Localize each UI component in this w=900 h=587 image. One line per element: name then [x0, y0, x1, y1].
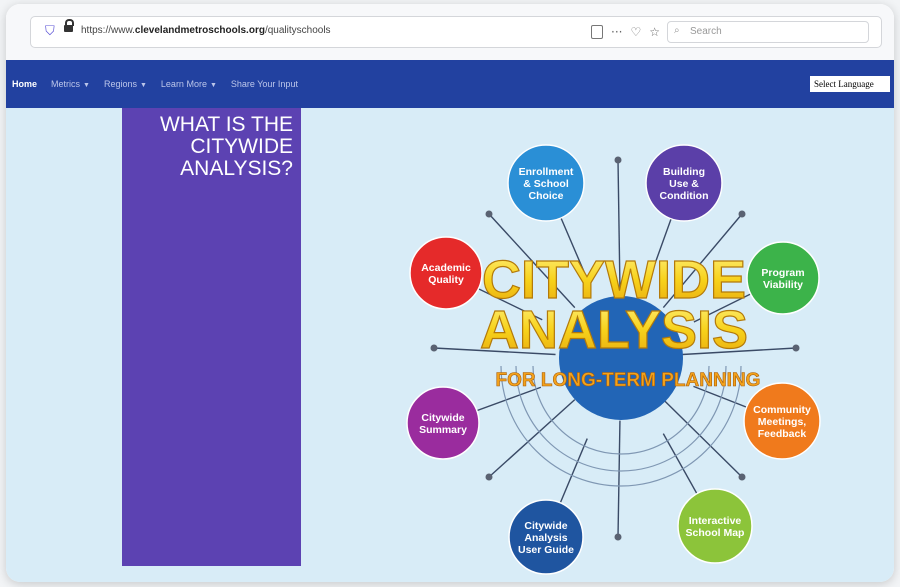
- node-label: User Guide: [518, 544, 574, 556]
- nav-item-home[interactable]: Home: [12, 79, 37, 89]
- node-label: Meetings,: [758, 416, 807, 428]
- node-program[interactable]: ProgramViability: [746, 241, 820, 315]
- connector-dot: [614, 533, 622, 541]
- sidebar-panel: WHAT IS THE CITYWIDE ANALYSIS?: [122, 108, 301, 566]
- nav-item-learn-more[interactable]: Learn More ▼: [161, 79, 217, 89]
- citywide-analysis-infographic: Enrollment& SchoolChoice BuildingUse &Con…: [406, 144, 821, 575]
- infographic-title-line-2: ANALYSIS: [480, 300, 748, 360]
- chevron-down-icon: ▼: [139, 82, 147, 89]
- chevron-down-icon: ▼: [83, 82, 90, 89]
- page-title: WHAT IS THE CITYWIDE ANALYSIS?: [159, 113, 293, 180]
- node-label: Condition: [660, 190, 709, 202]
- main-content: WHAT IS THE CITYWIDE ANALYSIS? Enrollmen…: [6, 108, 894, 582]
- connector-dot: [485, 473, 493, 481]
- node-building[interactable]: BuildingUse &Condition: [645, 144, 723, 222]
- lock-icon[interactable]: [64, 19, 74, 32]
- pocket-icon[interactable]: ♡: [630, 25, 641, 39]
- connector-line: [488, 399, 576, 478]
- url-text[interactable]: https://www.clevelandmetroschools.org/qu…: [81, 25, 331, 36]
- connector-dot: [738, 210, 746, 218]
- reader-view-icon[interactable]: [591, 25, 603, 39]
- node-label: & School: [523, 178, 569, 190]
- node-label: Choice: [528, 190, 563, 202]
- language-select[interactable]: Select Language: [810, 76, 890, 92]
- node-label: Interactive: [689, 515, 742, 527]
- connector-dot: [738, 473, 746, 481]
- nav-item-metrics[interactable]: Metrics ▼: [51, 79, 90, 89]
- browser-window: ⛉ https://www.clevelandmetroschools.org/…: [6, 4, 894, 582]
- connector-dot: [485, 210, 493, 218]
- node-enrollment[interactable]: Enrollment& SchoolChoice: [507, 144, 585, 222]
- connector-line: [662, 399, 743, 478]
- search-icon: ⌕: [674, 25, 680, 36]
- search-placeholder: Search: [690, 26, 722, 37]
- connector-dot: [430, 344, 438, 352]
- node-summary[interactable]: CitywideSummary: [406, 386, 480, 460]
- node-label: Viability: [763, 279, 803, 291]
- page-actions-icon[interactable]: ···: [611, 25, 622, 39]
- chevron-down-icon: ▼: [209, 82, 217, 89]
- nav-item-label: Home: [12, 79, 38, 89]
- node-label: Community: [753, 404, 811, 416]
- address-bar[interactable]: ⛉ https://www.clevelandmetroschools.org/…: [30, 16, 882, 48]
- node-map[interactable]: InteractiveSchool Map: [677, 488, 753, 564]
- node-label: Feedback: [758, 428, 807, 440]
- infographic-subtitle: FOR LONG-TERM PLANNING: [496, 370, 761, 391]
- node-label: Citywide: [421, 412, 464, 424]
- tracking-shield-icon[interactable]: ⛉: [45, 24, 55, 39]
- search-input[interactable]: ⌕ Search: [667, 21, 869, 43]
- site-navbar: Home Metrics ▼ Regions ▼ Learn More ▼ Share You…: [6, 60, 894, 108]
- browser-toolbar: ⛉ https://www.clevelandmetroschools.org/…: [6, 4, 894, 60]
- node-label: Citywide: [524, 520, 567, 532]
- node-label: Analysis: [524, 532, 567, 544]
- node-label: Use &: [669, 178, 699, 190]
- node-academic[interactable]: AcademicQuality: [409, 236, 483, 310]
- node-label: Quality: [428, 274, 464, 286]
- node-label: Building: [663, 166, 705, 178]
- node-label: School Map: [686, 527, 745, 539]
- nav-item-label: Metrics: [51, 79, 81, 89]
- nav-item-label: Regions: [103, 79, 137, 89]
- node-guide[interactable]: CitywideAnalysisUser Guide: [508, 499, 584, 575]
- node-community[interactable]: CommunityMeetings,Feedback: [743, 382, 821, 460]
- connector-dot: [614, 156, 622, 164]
- node-label: Program: [761, 267, 804, 279]
- nav-item-regions[interactable]: Regions ▼: [104, 79, 147, 89]
- nav-item-share-your-input[interactable]: Share Your Input: [231, 79, 298, 89]
- node-label: Academic: [421, 262, 471, 274]
- node-label: Enrollment: [519, 166, 574, 178]
- connector-line: [617, 420, 621, 538]
- nav-item-label: Share Your Input: [230, 79, 298, 89]
- nav-item-label: Learn More: [160, 79, 207, 89]
- node-label: Summary: [419, 424, 467, 436]
- bookmark-star-icon[interactable]: ☆: [649, 25, 660, 39]
- connector-dot: [792, 344, 800, 352]
